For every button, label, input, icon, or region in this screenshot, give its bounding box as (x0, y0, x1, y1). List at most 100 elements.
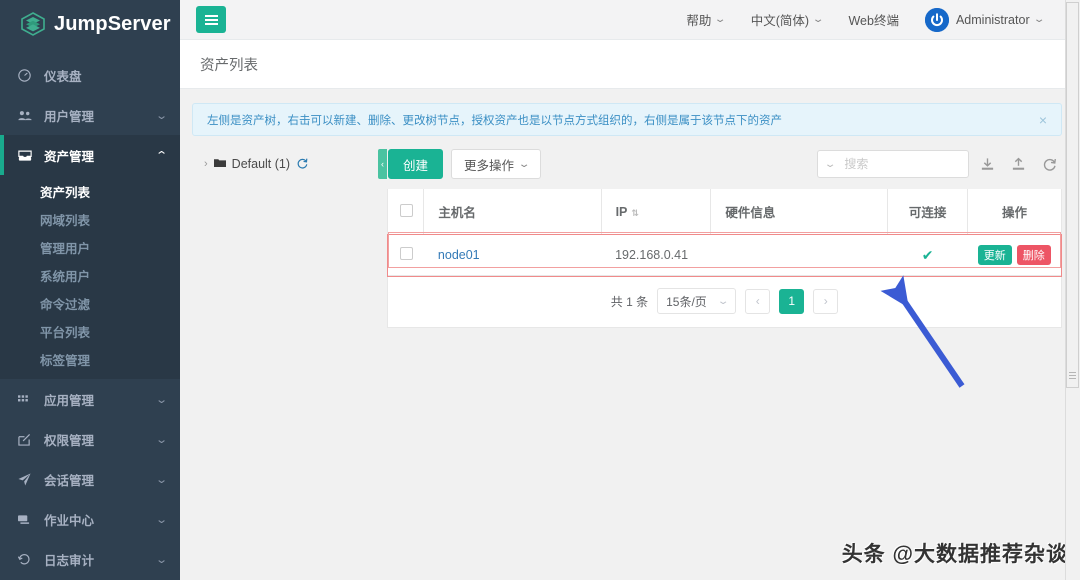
upload-icon[interactable] (1005, 150, 1031, 178)
sidebar-item-job-center[interactable]: 作业中心 ⌄ (0, 499, 180, 539)
edit-square-icon (18, 433, 36, 446)
folder-icon (214, 157, 226, 171)
tree-node-label: Default (1) (232, 157, 290, 171)
chevron-down-icon[interactable]: ⌄ (824, 159, 837, 170)
column-label: 主机名 (438, 206, 476, 220)
refresh-icon[interactable] (296, 157, 308, 172)
chevron-down-icon: ⌄ (1033, 14, 1046, 25)
sidebar-item-session-management[interactable]: 会话管理 ⌄ (0, 459, 180, 499)
chevron-down-icon: ⌄ (714, 14, 727, 25)
close-icon[interactable]: × (1039, 113, 1047, 127)
sidebar-item-label: 作业中心 (44, 510, 157, 529)
submenu-label: 命令过滤 (40, 294, 90, 313)
sidebar-item-label-management[interactable]: 标签管理 (0, 345, 180, 373)
language-menu[interactable]: 中文(简体) ⌄ (738, 10, 836, 29)
create-button[interactable]: 创建 (388, 149, 443, 179)
chevron-down-icon: ⌄ (155, 473, 168, 486)
search-box[interactable]: ⌄ (817, 150, 969, 178)
paper-plane-icon (18, 473, 36, 486)
web-terminal-link[interactable]: Web终端 (835, 10, 911, 29)
help-menu[interactable]: 帮助 ⌄ (673, 10, 737, 29)
history-icon (18, 553, 36, 566)
user-name-label: Administrator (956, 13, 1030, 27)
pagination-total: 共 1 条 (611, 293, 648, 310)
column-actions: 操作 (967, 189, 1061, 235)
users-icon (18, 109, 36, 122)
hamburger-icon[interactable] (196, 6, 226, 33)
column-reachable[interactable]: 可连接 (888, 189, 968, 235)
row-checkbox[interactable] (400, 247, 413, 260)
sidebar-item-application-management[interactable]: 应用管理 ⌄ (0, 379, 180, 419)
sidebar-item-label: 仪表盘 (44, 66, 166, 85)
download-icon[interactable] (974, 150, 1000, 178)
column-ip[interactable]: IP⇅ (601, 189, 711, 235)
submenu-label: 网域列表 (40, 210, 90, 229)
table-head: 主机名 IP⇅ 硬件信息 可连接 (388, 189, 1061, 235)
sidebar-item-command-filter[interactable]: 命令过滤 (0, 289, 180, 317)
cell-ip: 192.168.0.41 (601, 235, 711, 276)
sidebar-item-asset-management[interactable]: 资产管理 ⌃ (0, 135, 180, 175)
tree-root-node[interactable]: › Default (1) (192, 157, 378, 172)
asset-table: 主机名 IP⇅ 硬件信息 可连接 (388, 189, 1061, 276)
page-scrollbar[interactable] (1065, 0, 1080, 580)
page-size-label: 15条/页 (666, 293, 707, 310)
sidebar-item-admin-user[interactable]: 管理用户 (0, 233, 180, 261)
sidebar-item-permission-management[interactable]: 权限管理 ⌄ (0, 419, 180, 459)
delete-button[interactable]: 删除 (1017, 245, 1051, 265)
asset-tree-panel (192, 189, 387, 328)
language-label: 中文(简体) (751, 10, 809, 29)
chevron-left-icon: ‹ (381, 159, 384, 169)
more-actions-button[interactable]: 更多操作 ⌄ (451, 149, 541, 179)
table-header-row: 主机名 IP⇅ 硬件信息 可连接 (388, 189, 1061, 235)
web-terminal-label: Web终端 (848, 10, 898, 29)
sidebar-item-domain-list[interactable]: 网域列表 (0, 205, 180, 233)
sidebar-item-user-management[interactable]: 用户管理 ⌄ (0, 95, 180, 135)
table-body: node01 192.168.0.41 ✔ 更新删除 (388, 235, 1061, 276)
assets-submenu: 资产列表 网域列表 管理用户 系统用户 命令过滤 平台列表 标签 (0, 175, 180, 379)
column-label: 可连接 (909, 206, 947, 220)
column-hardware[interactable]: 硬件信息 (711, 189, 888, 235)
select-all-checkbox[interactable] (400, 204, 413, 217)
column-label: IP (616, 205, 628, 219)
sidebar-item-dashboard[interactable]: 仪表盘 (0, 55, 180, 95)
apps-grid-icon (18, 394, 36, 405)
user-menu[interactable]: Administrator ⌄ (912, 8, 1056, 32)
info-alert: 左侧是资产树，右击可以新建、删除、更改树节点，授权资产也是以节点方式组织的，右侧… (192, 103, 1062, 136)
more-actions-label: 更多操作 (464, 155, 514, 174)
table-wrap: 主机名 IP⇅ 硬件信息 可连接 (388, 189, 1061, 276)
check-icon: ✔ (922, 247, 934, 263)
main-content: 左侧是资产树，右击可以新建、删除、更改树节点，授权资产也是以节点方式组织的，右侧… (180, 89, 1080, 580)
column-hostname[interactable]: 主机名 (424, 189, 601, 235)
column-label: 硬件信息 (725, 206, 775, 220)
prev-page-button[interactable]: ‹ (745, 289, 770, 314)
page-title: 资产列表 (200, 54, 258, 75)
sidebar-item-log-audit[interactable]: 日志审计 ⌄ (0, 539, 180, 579)
table-row[interactable]: node01 192.168.0.41 ✔ 更新删除 (388, 235, 1061, 276)
search-input[interactable] (842, 156, 960, 172)
column-label: 操作 (1002, 206, 1027, 220)
page-button-1[interactable]: 1 (779, 289, 804, 314)
asset-toolbar: › Default (1) ‹ 创 (192, 148, 1062, 180)
update-button[interactable]: 更新 (978, 245, 1012, 265)
refresh-icon[interactable] (1036, 150, 1062, 178)
cell-reachable: ✔ (888, 235, 968, 276)
scrollbar-grip-icon (1069, 372, 1076, 381)
sidebar-item-label: 日志审计 (44, 550, 157, 569)
alert-message: 左侧是资产树，右击可以新建、删除、更改树节点，授权资产也是以节点方式组织的，右侧… (207, 112, 782, 128)
jumpserver-app: JumpServer 仪表盘 (0, 0, 1080, 580)
chevron-right-icon[interactable]: › (204, 158, 208, 170)
scrollbar-thumb[interactable] (1066, 2, 1079, 388)
sidebar-item-system-user[interactable]: 系统用户 (0, 261, 180, 289)
chevron-down-icon: ⌄ (717, 296, 730, 307)
sidebar-item-asset-list[interactable]: 资产列表 (0, 177, 180, 205)
asset-area: › Default (1) ‹ 创 (192, 148, 1062, 328)
sidebar-item-platform-list[interactable]: 平台列表 (0, 317, 180, 345)
sort-icon[interactable]: ⇅ (631, 208, 638, 218)
asset-table-panel: 主机名 IP⇅ 硬件信息 可连接 (387, 189, 1062, 328)
tree-collapse-toggle[interactable]: ‹ (378, 149, 387, 179)
page-size-select[interactable]: 15条/页 ⌄ (657, 288, 736, 314)
brand-logo-area[interactable]: JumpServer (0, 0, 180, 47)
brand-name: JumpServer (54, 14, 171, 34)
hostname-link[interactable]: node01 (438, 248, 480, 262)
next-page-button[interactable]: › (813, 289, 838, 314)
